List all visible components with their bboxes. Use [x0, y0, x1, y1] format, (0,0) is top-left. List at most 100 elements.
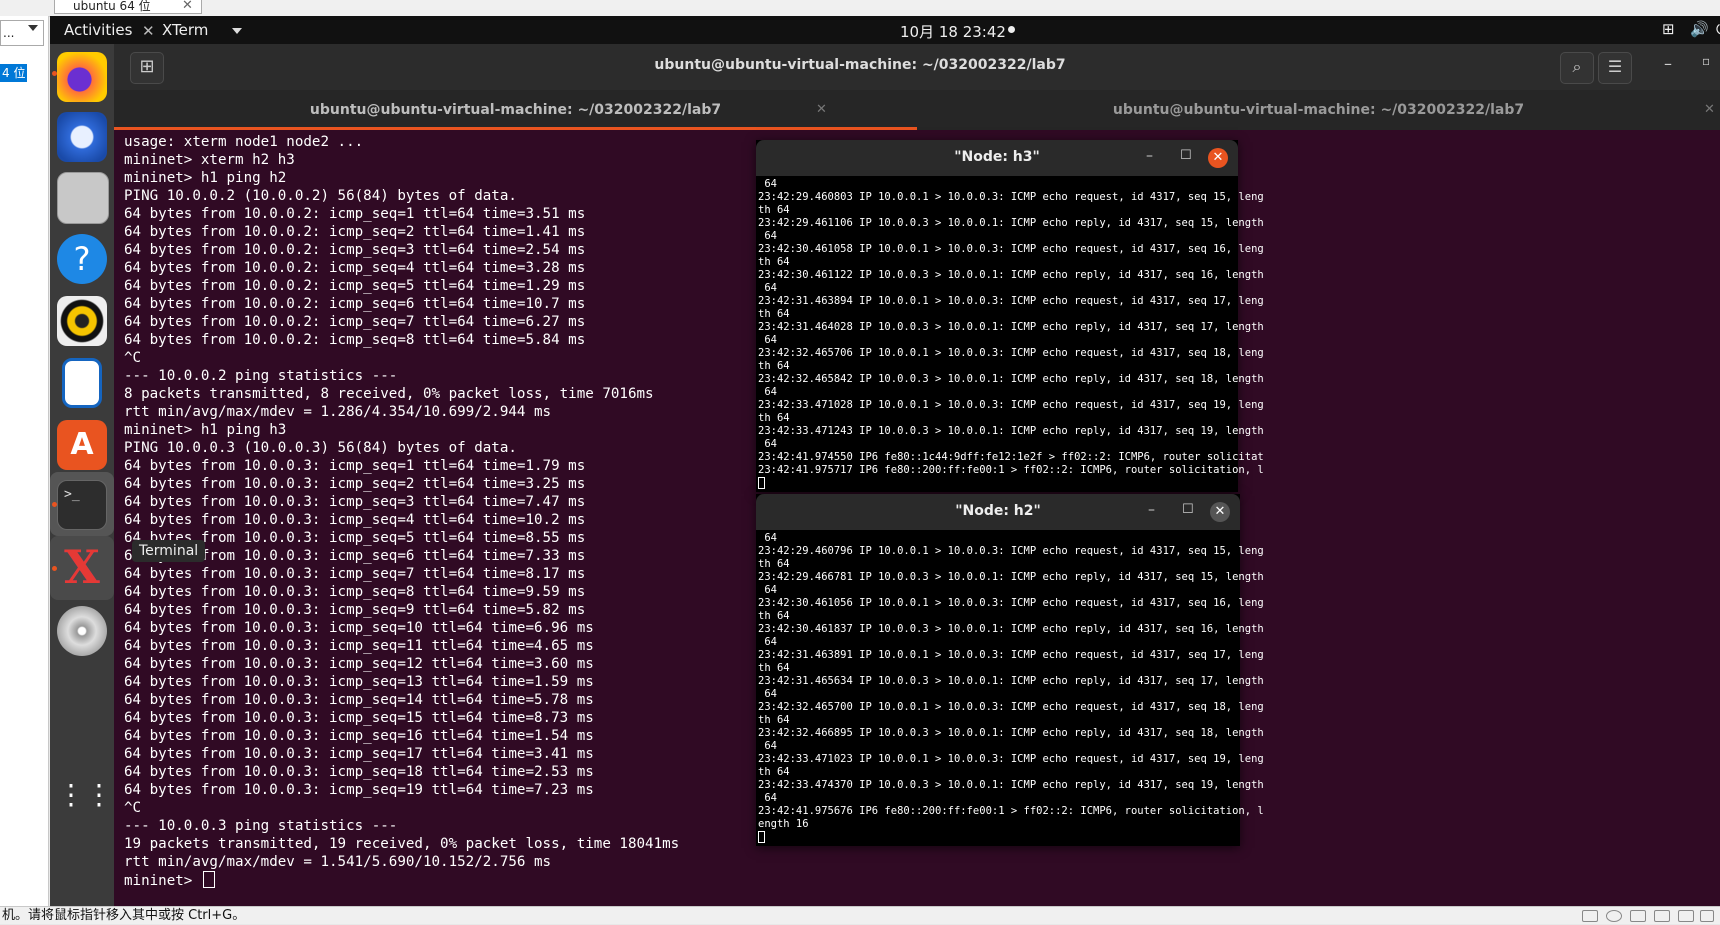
- clock[interactable]: 10月 18 23:42: [900, 21, 1006, 42]
- terminal-line: 23:42:29.466781 IP 10.0.0.3 > 10.0.0.1: …: [758, 571, 1264, 583]
- xterm-icon[interactable]: X: [57, 542, 107, 592]
- xterm-title: "Node: h3": [954, 149, 1040, 165]
- host-status-text: 机。请将鼠标指针移入其中或按 Ctrl+G。: [2, 908, 246, 923]
- terminal-line: 64 bytes from 10.0.0.3: icmp_seq=11 ttl=…: [124, 638, 594, 654]
- tab-close-icon[interactable]: ✕: [816, 90, 827, 130]
- network-status-icon[interactable]: [1630, 910, 1646, 922]
- terminal-line: usage: xterm node1 node2 ...: [124, 134, 364, 150]
- host-toolbar: [0, 0, 1720, 17]
- terminal-line: th 64: [758, 558, 790, 570]
- terminal-line: 64 bytes from 10.0.0.2: icmp_seq=3 ttl=6…: [124, 242, 586, 258]
- text-cursor: [202, 871, 215, 888]
- terminal-line: 64 bytes from 10.0.0.3: icmp_seq=4 ttl=6…: [124, 512, 586, 528]
- terminal-line: --- 10.0.0.2 ping statistics ---: [124, 368, 398, 384]
- chevron-down-icon[interactable]: [28, 25, 38, 31]
- terminal-tab-2[interactable]: ubuntu@ubuntu-virtual-machine: ~/0320023…: [917, 90, 1720, 130]
- rhythmbox-icon[interactable]: [57, 296, 107, 346]
- help-icon[interactable]: ?: [57, 234, 107, 284]
- writer-icon[interactable]: [62, 358, 102, 408]
- terminal-line: th 64: [758, 714, 790, 726]
- xterm-output[interactable]: 64 23:42:29.460803 IP 10.0.0.1 > 10.0.0.3…: [758, 178, 1264, 490]
- hdd-status-icon[interactable]: [1582, 910, 1598, 922]
- xterm-window-h3[interactable]: "Node: h3" – ☐ ✕ 64 23:42:29.460803 IP 10…: [756, 140, 1264, 492]
- terminal-line: 23:42:31.463894 IP 10.0.0.1 > 10.0.0.3: …: [758, 295, 1264, 307]
- terminal-tab-1[interactable]: ubuntu@ubuntu-virtual-machine: ~/0320023…: [114, 90, 917, 130]
- terminal-line: 23:42:33.474370 IP 10.0.0.3 > 10.0.0.1: …: [758, 779, 1264, 791]
- dock-tooltip: Terminal: [132, 540, 206, 562]
- terminal-line: 64 bytes from 10.0.0.2: icmp_seq=6 ttl=6…: [124, 296, 586, 312]
- terminal-line: th 64: [758, 204, 790, 216]
- maximize-icon[interactable]: ▫: [1702, 54, 1710, 68]
- xterm-output[interactable]: 64 23:42:29.460796 IP 10.0.0.1 > 10.0.0.3…: [758, 532, 1264, 844]
- terminal-line: 23:42:30.461058 IP 10.0.0.1 > 10.0.0.3: …: [758, 243, 1264, 255]
- usb-status-icon[interactable]: [1654, 910, 1670, 922]
- terminal-line: 23:42:30.461056 IP 10.0.0.1 > 10.0.0.3: …: [758, 597, 1264, 609]
- terminal-line: 23:42:31.463891 IP 10.0.0.1 > 10.0.0.3: …: [758, 649, 1264, 661]
- text-cursor: [758, 831, 765, 843]
- chevron-down-icon[interactable]: [232, 28, 242, 34]
- terminal-line: th 64: [758, 412, 790, 424]
- minimize-icon[interactable]: –: [1664, 54, 1672, 73]
- host-status-bar: 机。请将鼠标指针移入其中或按 Ctrl+G。: [0, 906, 1720, 924]
- terminal-line: ^C: [124, 350, 142, 366]
- volume-icon[interactable]: 🔊: [1690, 20, 1709, 38]
- terminal-line: 23:42:30.461122 IP 10.0.0.3 > 10.0.0.1: …: [758, 269, 1264, 281]
- terminal-output[interactable]: usage: xterm node1 node2 ... mininet> xte…: [124, 133, 679, 889]
- terminal-line: 64: [758, 792, 777, 804]
- show-apps-icon[interactable]: ⋮⋮⋮: [57, 772, 141, 822]
- terminal-line: 23:42:29.461106 IP 10.0.0.3 > 10.0.0.1: …: [758, 217, 1264, 229]
- cd-status-icon[interactable]: [1606, 910, 1622, 922]
- terminal-line: 19 packets transmitted, 19 received, 0% …: [124, 836, 680, 852]
- close-icon[interactable]: ✕: [1208, 148, 1228, 168]
- host-tab-close-icon[interactable]: ✕: [182, 0, 193, 13]
- power-icon[interactable]: ⏻: [1716, 20, 1720, 38]
- terminal-line: 64 bytes from 10.0.0.3: icmp_seq=7 ttl=6…: [124, 566, 586, 582]
- tab-close-icon[interactable]: ✕: [1704, 90, 1715, 130]
- maximize-icon[interactable]: ☐: [1182, 502, 1194, 517]
- terminal-line: mininet> xterm h2 h3: [124, 152, 295, 168]
- terminal-line: 23:42:32.465706 IP 10.0.0.1 > 10.0.0.3: …: [758, 347, 1264, 359]
- terminal-line: 23:42:41.975676 IP6 fe80::200:ff:fe00:1 …: [758, 805, 1264, 817]
- prompt-line[interactable]: mininet>: [124, 871, 679, 889]
- terminal-line: th 64: [758, 662, 790, 674]
- minimize-icon[interactable]: –: [1146, 148, 1153, 164]
- activities-button[interactable]: Activities: [64, 21, 132, 39]
- terminal-line: 64: [758, 740, 777, 752]
- terminal-line: PING 10.0.0.3 (10.0.0.3) 56(84) bytes of…: [124, 440, 517, 456]
- terminal-line: 23:42:33.471243 IP 10.0.0.3 > 10.0.0.1: …: [758, 425, 1264, 437]
- tab-label: ubuntu@ubuntu-virtual-machine: ~/0320023…: [1112, 102, 1525, 118]
- terminal-line: 64: [758, 584, 777, 596]
- xterm-window-h2[interactable]: "Node: h2" – ☐ ✕ 64 23:42:29.460796 IP 10…: [756, 494, 1264, 846]
- terminal-line: 23:42:41.974550 IP6 fe80::1c44:9dff:fe12…: [758, 451, 1264, 463]
- files-icon[interactable]: [57, 172, 109, 224]
- xterm-titlebar[interactable]: "Node: h3" – ☐ ✕: [756, 140, 1238, 176]
- app-menu-button[interactable]: XTerm: [162, 21, 208, 39]
- terminal-line: th 64: [758, 256, 790, 268]
- terminal-line: 23:42:31.464028 IP 10.0.0.3 > 10.0.0.1: …: [758, 321, 1264, 333]
- terminal-line: 64 bytes from 10.0.0.2: icmp_seq=4 ttl=6…: [124, 260, 586, 276]
- dock: ? A >_ X ⋮⋮⋮: [50, 44, 141, 906]
- network-icon[interactable]: ⊞: [1662, 20, 1675, 38]
- thunderbird-icon[interactable]: [57, 112, 107, 162]
- host-vm-tab[interactable]: ubuntu 64 位: [54, 0, 202, 14]
- sound-status-icon[interactable]: [1700, 910, 1714, 922]
- xterm-titlebar[interactable]: "Node: h2" – ☐ ✕: [756, 494, 1240, 530]
- maximize-icon[interactable]: ☐: [1180, 148, 1192, 163]
- terminal-line: 64 bytes from 10.0.0.2: icmp_seq=5 ttl=6…: [124, 278, 586, 294]
- close-icon[interactable]: ✕: [1210, 502, 1230, 522]
- text-cursor: [758, 477, 765, 489]
- terminal-icon[interactable]: >_: [57, 480, 107, 530]
- search-icon[interactable]: ⌕: [1560, 52, 1594, 84]
- xterm-app-icon: ✕: [142, 22, 155, 40]
- terminal-line: 23:42:30.461837 IP 10.0.0.3 > 10.0.0.1: …: [758, 623, 1264, 635]
- hamburger-menu-icon[interactable]: ☰: [1598, 52, 1632, 84]
- software-icon[interactable]: A: [57, 420, 107, 470]
- minimize-icon[interactable]: –: [1148, 502, 1155, 518]
- dvd-icon[interactable]: [57, 606, 107, 656]
- terminal-line: 64 bytes from 10.0.0.3: icmp_seq=12 ttl=…: [124, 656, 594, 672]
- terminal-line: 23:42:32.465842 IP 10.0.0.3 > 10.0.0.1: …: [758, 373, 1264, 385]
- printer-status-icon[interactable]: [1678, 910, 1694, 922]
- host-library-select[interactable]: ...: [0, 20, 44, 46]
- terminal-line: 64 bytes from 10.0.0.3: icmp_seq=14 ttl=…: [124, 692, 594, 708]
- gnome-top-bar: Activities ✕ XTerm 10月 18 23:42 ⊞ 🔊 ⏻: [50, 16, 1720, 44]
